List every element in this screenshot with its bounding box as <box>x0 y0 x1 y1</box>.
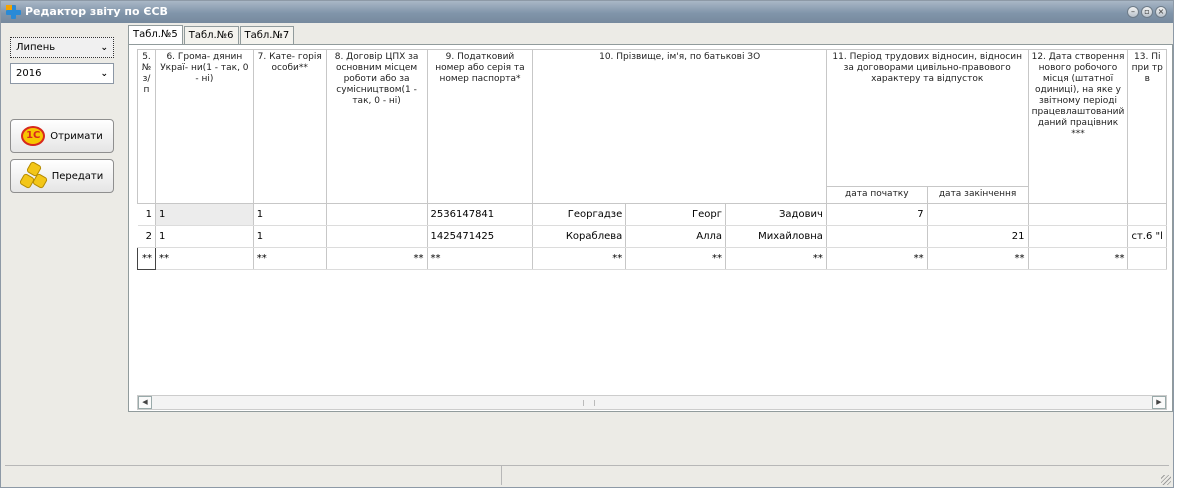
send-button[interactable]: Передати <box>10 159 114 193</box>
header-col13[interactable]: 13. Пі при тр в <box>1127 49 1167 204</box>
year-select[interactable]: 2016 ⌄ <box>10 63 114 84</box>
status-cell-left <box>5 466 502 485</box>
header-period[interactable]: 11. Період трудових відносин, відносин з… <box>825 49 1029 187</box>
cell-first-name[interactable]: Георг <box>625 203 727 226</box>
left-panel: Липень ⌄ 2016 ⌄ 1С Отримати Передати <box>1 24 123 419</box>
header-end-date[interactable]: дата закінчення <box>926 186 1029 204</box>
table-row[interactable]: 1 1 1 2536147841 Георгадзе Георг Задович… <box>137 203 1167 226</box>
tab-table6[interactable]: Табл.№6 <box>183 26 239 44</box>
cell-citizen[interactable]: 1 <box>155 203 254 226</box>
tab-table7[interactable]: Табл.№7 <box>239 26 295 44</box>
cell-citizen[interactable]: 1 <box>155 225 254 248</box>
cell-new-workplace-date[interactable]: ** <box>1028 247 1129 270</box>
cell-col13[interactable] <box>1127 203 1167 226</box>
cell-patronymic[interactable]: ** <box>725 247 827 270</box>
minimize-icon[interactable]: – <box>1127 6 1139 18</box>
chevron-down-icon: ⌄ <box>100 68 108 79</box>
cell-new-workplace-date[interactable] <box>1028 203 1129 226</box>
maximize-icon[interactable]: ▫ <box>1141 6 1153 18</box>
cell-end-date[interactable]: 21 <box>927 225 1029 248</box>
cell-first-name[interactable]: Алла <box>625 225 727 248</box>
cell-gph-contract[interactable] <box>326 225 428 248</box>
cell-surname[interactable]: Георгадзе <box>532 203 627 226</box>
month-select-value: Липень <box>16 42 56 53</box>
scroll-left-icon[interactable]: ◀ <box>138 396 152 409</box>
scroll-thumb[interactable] <box>583 400 595 406</box>
honeycomb-icon <box>18 160 48 190</box>
close-icon[interactable]: × <box>1155 6 1167 18</box>
cell-gph-contract[interactable]: ** <box>326 247 428 270</box>
header-category[interactable]: 7. Кате- горія особи** <box>252 49 327 204</box>
1c-logo-icon: 1С <box>21 126 46 146</box>
cell-tax-number[interactable]: ** <box>427 247 534 270</box>
year-select-value: 2016 <box>16 68 42 79</box>
tab-table5[interactable]: Табл.№5 <box>128 25 183 44</box>
cell-end-date[interactable] <box>927 203 1029 226</box>
resize-grip-icon[interactable] <box>1161 475 1171 485</box>
status-bar <box>5 465 1169 485</box>
get-button[interactable]: 1С Отримати <box>10 119 114 153</box>
cell-category[interactable]: 1 <box>253 225 327 248</box>
cell-start-date[interactable]: 7 <box>826 203 928 226</box>
cell-citizen[interactable]: ** <box>155 247 254 270</box>
header-row-number[interactable]: 5. № з/п <box>137 49 156 204</box>
data-grid[interactable]: 5. № з/п 6. Грома- дянин Украї- ни(1 - т… <box>137 49 1167 394</box>
header-full-name[interactable]: 10. Прізвище, ім'я, по батькові ЗО <box>532 49 827 204</box>
tab-bar: Табл.№5 Табл.№6 Табл.№7 <box>128 25 295 44</box>
cell-start-date[interactable]: ** <box>826 247 928 270</box>
report-table: 5. № з/п 6. Грома- дянин Украї- ни(1 - т… <box>137 49 1167 270</box>
get-button-label: Отримати <box>50 130 103 142</box>
tab-panel: 5. № з/п 6. Грома- дянин Украї- ни(1 - т… <box>128 44 1173 412</box>
cell-col13[interactable]: ст.6 "l <box>1127 225 1167 248</box>
header-gph-contract[interactable]: 8. Договір ЦПХ за основним місцем роботи… <box>325 49 428 204</box>
cell-tax-number[interactable]: 2536147841 <box>427 203 534 226</box>
table-row[interactable]: 2 1 1 1425471425 Кораблева Алла Михайлов… <box>137 225 1167 248</box>
cell-row-number[interactable]: ** <box>137 247 156 270</box>
cell-col13[interactable] <box>1127 247 1167 270</box>
app-window: Редактор звіту по ЄСВ – ▫ × Липень ⌄ 201… <box>0 0 1174 488</box>
cell-row-number[interactable]: 2 <box>137 225 156 248</box>
cell-start-date[interactable] <box>826 225 928 248</box>
cell-surname[interactable]: Кораблева <box>532 225 627 248</box>
cell-patronymic[interactable]: Михайловна <box>725 225 827 248</box>
table-row-new[interactable]: ** ** ** ** ** ** ** ** ** ** ** <box>137 247 1167 270</box>
cell-gph-contract[interactable] <box>326 203 428 226</box>
cell-category[interactable]: ** <box>253 247 327 270</box>
header-start-date[interactable]: дата початку <box>825 186 928 204</box>
cell-category[interactable]: 1 <box>253 203 327 226</box>
header-citizen[interactable]: 6. Грома- дянин Украї- ни(1 - так, 0 - н… <box>154 49 254 204</box>
scroll-right-icon[interactable]: ▶ <box>1152 396 1166 409</box>
panel-splitter[interactable] <box>123 24 127 419</box>
header-new-workplace-date[interactable]: 12. Дата створення нового робочого місця… <box>1027 49 1129 204</box>
cell-patronymic[interactable]: Задович <box>725 203 827 226</box>
cell-first-name[interactable]: ** <box>625 247 727 270</box>
chevron-down-icon: ⌄ <box>100 42 108 53</box>
title-bar[interactable]: Редактор звіту по ЄСВ – ▫ × <box>1 1 1173 23</box>
month-select[interactable]: Липень ⌄ <box>10 37 114 58</box>
horizontal-scrollbar[interactable]: ◀ ▶ <box>137 395 1167 410</box>
window-title: Редактор звіту по ЄСВ <box>25 5 168 18</box>
cell-new-workplace-date[interactable] <box>1028 225 1129 248</box>
header-tax-number[interactable]: 9. Податковий номер або серія та номер п… <box>426 49 534 204</box>
cell-end-date[interactable]: ** <box>927 247 1029 270</box>
send-button-label: Передати <box>51 170 104 182</box>
cell-tax-number[interactable]: 1425471425 <box>427 225 534 248</box>
app-plus-icon <box>5 4 21 20</box>
cell-surname[interactable]: ** <box>532 247 627 270</box>
cell-row-number[interactable]: 1 <box>137 203 156 226</box>
